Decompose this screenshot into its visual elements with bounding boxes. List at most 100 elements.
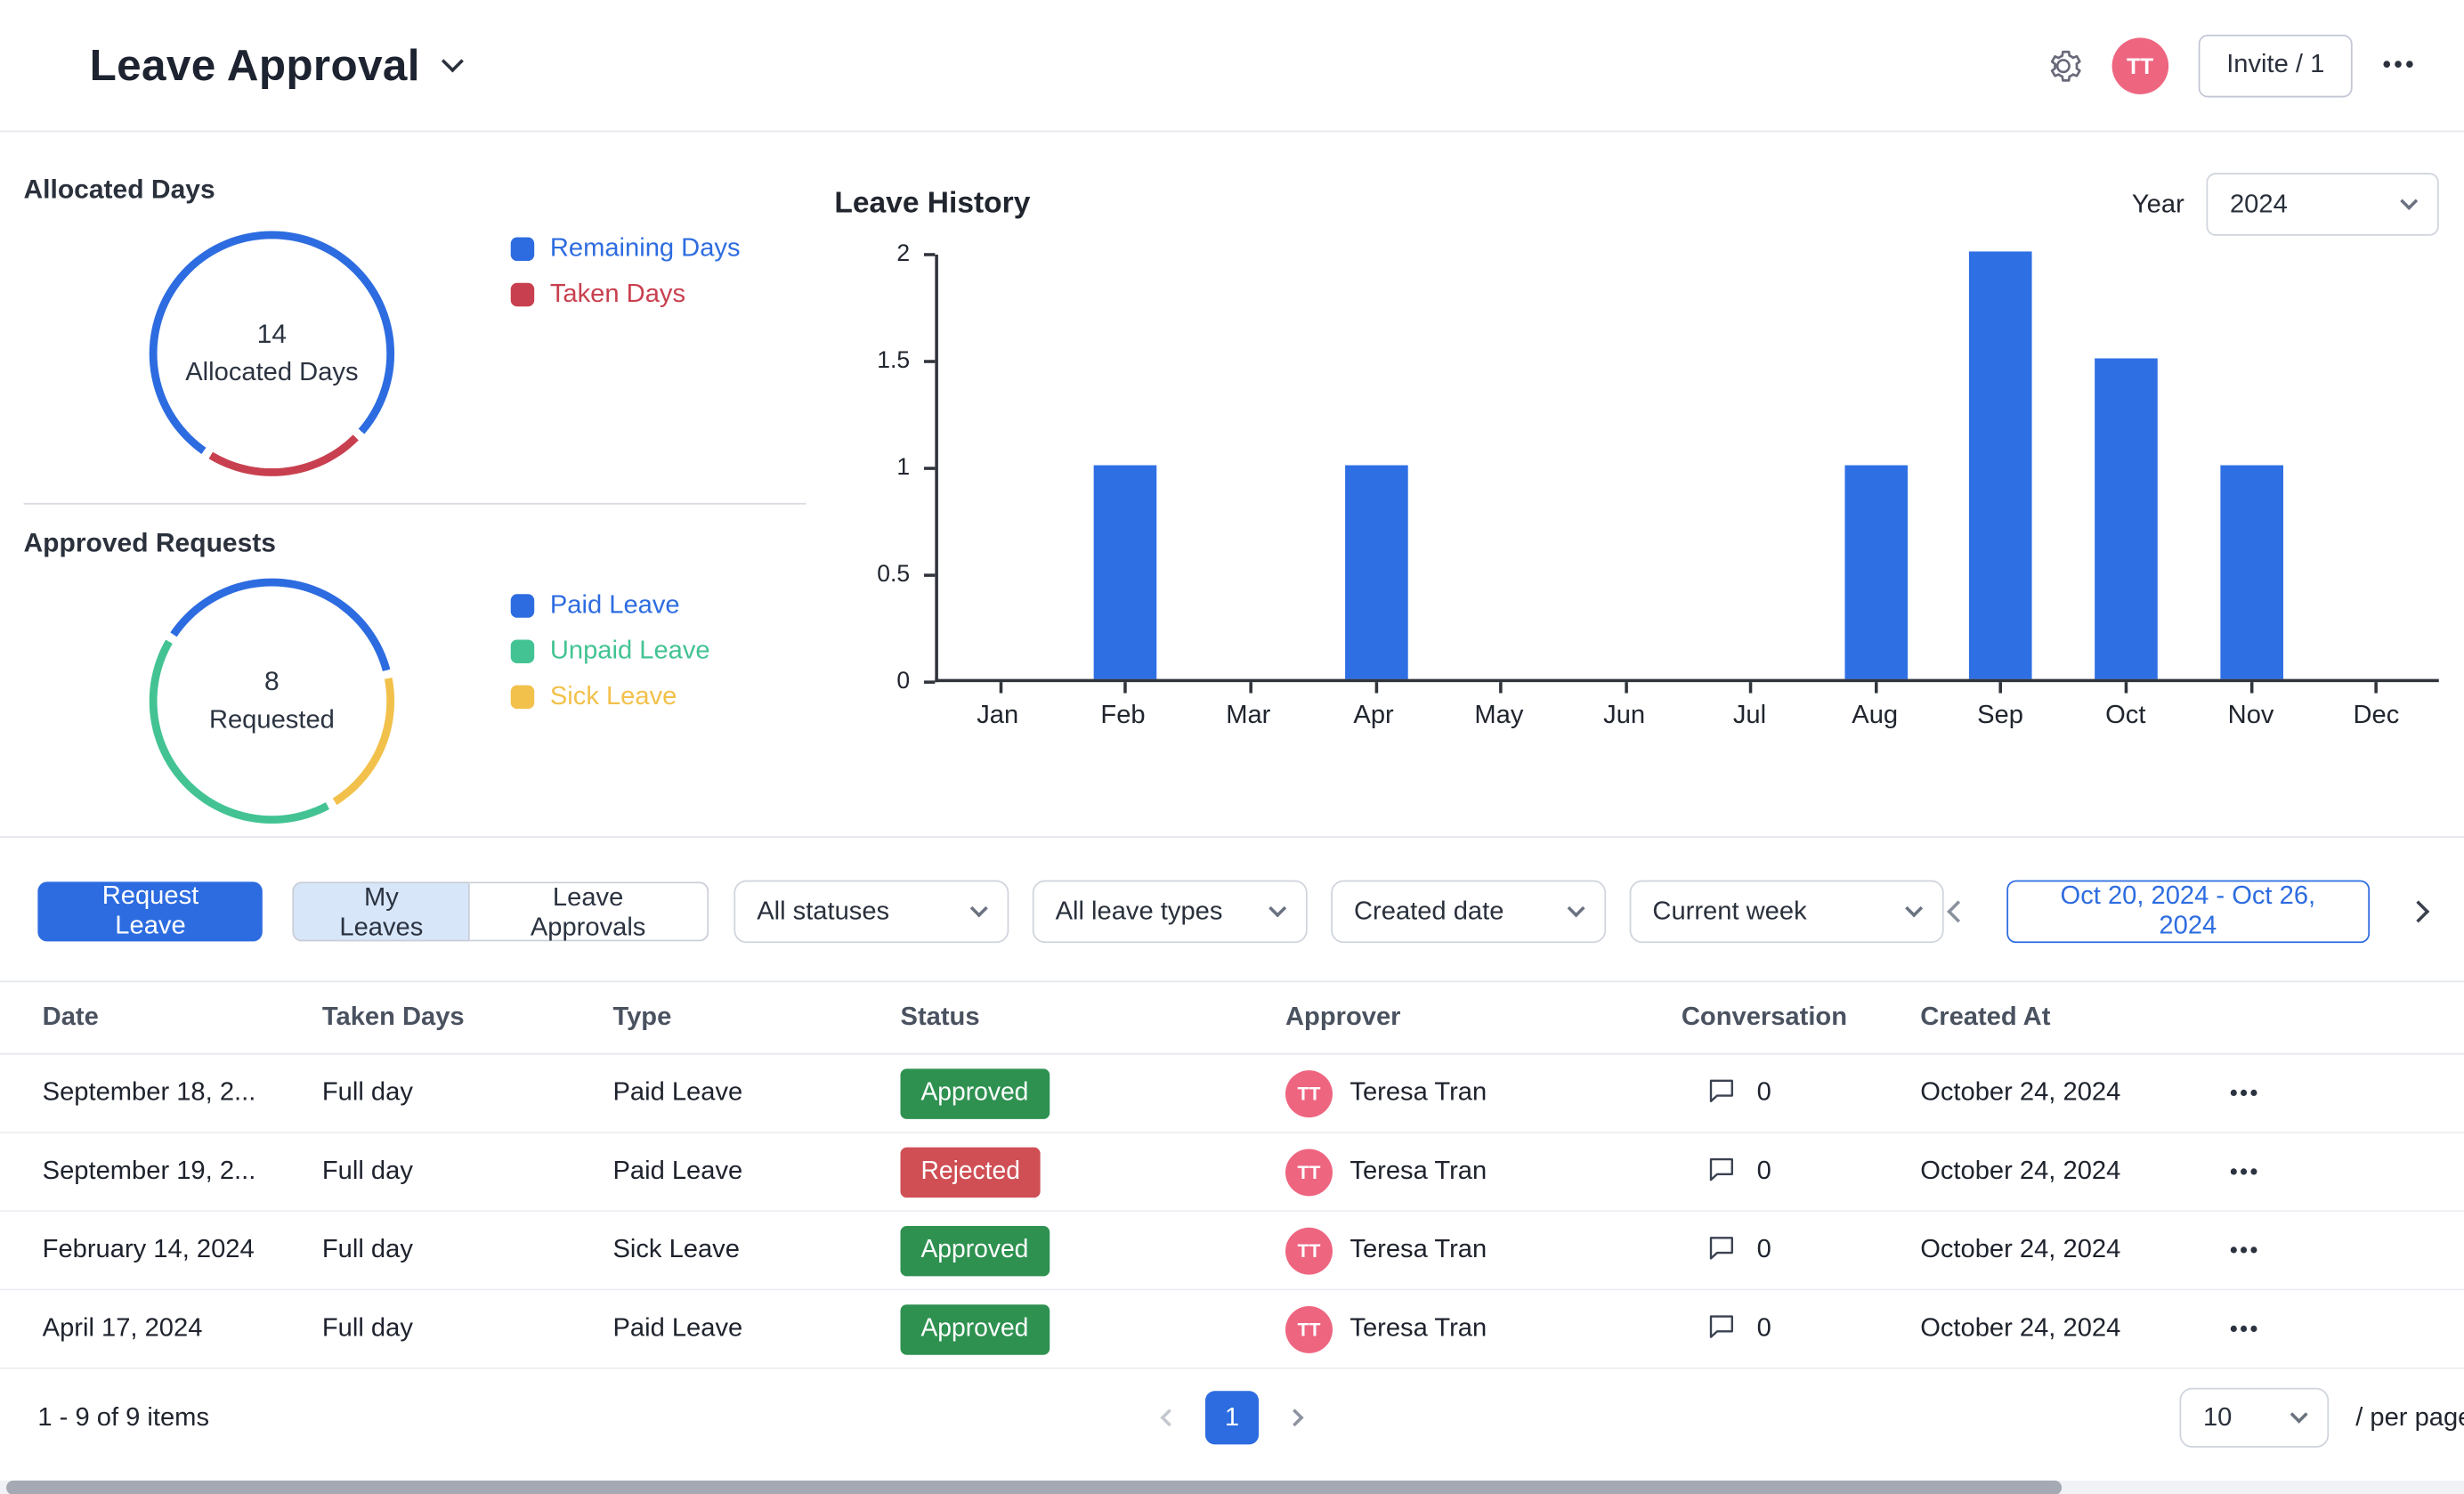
cell-date: April 17, 2024 bbox=[43, 1314, 322, 1344]
status-badge: Approved bbox=[901, 1225, 1050, 1275]
cell-conversation[interactable]: 0 bbox=[1682, 1153, 1920, 1190]
app-root: Leave Approval TT Invite / 1 ••• Allocat… bbox=[0, 0, 2464, 1494]
bar-nov bbox=[2220, 466, 2283, 679]
table-row: February 14, 2024Full daySick LeaveAppro… bbox=[0, 1212, 2464, 1290]
divider bbox=[23, 503, 806, 505]
next-week-button[interactable] bbox=[2404, 897, 2433, 926]
more-options-button[interactable]: ••• bbox=[2383, 52, 2417, 78]
user-avatar[interactable]: TT bbox=[2111, 37, 2168, 93]
leaves-table: DateTaken DaysTypeStatusApproverConversa… bbox=[0, 981, 2464, 1369]
chevron-down-icon bbox=[1268, 899, 1286, 917]
row-actions-button[interactable]: ••• bbox=[2224, 1316, 2260, 1341]
scrollbar-thumb[interactable] bbox=[6, 1481, 2062, 1494]
cell-date: September 19, 2... bbox=[43, 1157, 322, 1187]
column-header-date: Date bbox=[43, 1003, 322, 1033]
legend-item-paid-leave[interactable]: Paid Leave bbox=[511, 591, 710, 621]
bar-chart-plot bbox=[935, 255, 2438, 682]
invite-button[interactable]: Invite / 1 bbox=[2198, 34, 2353, 97]
column-header-taken-days: Taken Days bbox=[322, 1003, 613, 1033]
row-actions-button[interactable]: ••• bbox=[2224, 1237, 2260, 1262]
cell-approver: TTTeresa Tran bbox=[1285, 1069, 1682, 1116]
prev-week-button[interactable] bbox=[1943, 897, 1972, 926]
legend-item-sick-leave[interactable]: Sick Leave bbox=[511, 682, 710, 712]
leave-history-header: Leave History Year 2024 bbox=[834, 173, 2438, 236]
legend-label: Remaining Days bbox=[550, 234, 741, 264]
chevron-down-icon bbox=[2290, 1406, 2308, 1424]
tab-my-leaves[interactable]: My Leaves bbox=[293, 881, 469, 941]
settings-button[interactable] bbox=[2044, 46, 2081, 84]
legend-swatch bbox=[511, 238, 534, 261]
cell-conversation[interactable]: 0 bbox=[1682, 1075, 1920, 1112]
y-tick-label: 0.5 bbox=[840, 561, 910, 588]
view-tabs: My LeavesLeave Approvals bbox=[293, 881, 708, 941]
row-actions-button[interactable]: ••• bbox=[2224, 1158, 2260, 1183]
cell-leave-type: Paid Leave bbox=[612, 1078, 900, 1108]
allocated-days-title: Allocated Days bbox=[23, 175, 809, 206]
header-actions: TT Invite / 1 ••• bbox=[2044, 34, 2417, 97]
conversation-bubble-icon bbox=[1706, 1310, 1737, 1347]
next-page-button[interactable] bbox=[1282, 1405, 1307, 1430]
conversation-count: 0 bbox=[1757, 1314, 1771, 1344]
approver-avatar: TT bbox=[1285, 1305, 1333, 1352]
bar-column-may bbox=[1439, 255, 1563, 679]
tab-leave-approvals[interactable]: Leave Approvals bbox=[470, 881, 709, 941]
legend-item-unpaid-leave[interactable]: Unpaid Leave bbox=[511, 637, 710, 667]
page-size-control: 10 / per page bbox=[2179, 1388, 2464, 1448]
cell-approver: TT Teresa Tran bbox=[1285, 1305, 1682, 1352]
cell-created-at: October 24, 2024 bbox=[1920, 1157, 2224, 1187]
x-tick-mark bbox=[1124, 682, 1128, 693]
cell-actions: ••• bbox=[2224, 1314, 2464, 1344]
leave-history-panel: Leave History Year 2024 21.510.50 JanFeb… bbox=[809, 132, 2464, 836]
x-axis-label-jun: Jun bbox=[1561, 701, 1687, 731]
donut-center: 8 Requested bbox=[158, 586, 387, 816]
row-actions-button[interactable]: ••• bbox=[2224, 1080, 2260, 1105]
allocated-days-legend: Remaining Days Taken Days bbox=[511, 234, 741, 310]
status-filter[interactable]: All statuses bbox=[734, 881, 1009, 944]
prev-page-button[interactable] bbox=[1156, 1405, 1181, 1430]
x-tick-mark bbox=[2375, 682, 2379, 693]
cell-actions: ••• bbox=[2224, 1236, 2464, 1266]
legend-label: Paid Leave bbox=[550, 591, 680, 621]
filter-value: Created date bbox=[1354, 897, 1504, 927]
cell-conversation[interactable]: 0 bbox=[1682, 1310, 1920, 1347]
board-title-dropdown[interactable]: Leave Approval bbox=[90, 40, 461, 90]
leave-type-filter[interactable]: All leave types bbox=[1032, 881, 1307, 944]
cell-conversation[interactable]: 0 bbox=[1682, 1231, 1920, 1269]
cell-actions: ••• bbox=[2224, 1078, 2464, 1108]
x-axis-label-may: May bbox=[1436, 701, 1561, 731]
dashboard-section: Allocated Days 14 Allocated Days Remaini… bbox=[0, 132, 2464, 836]
y-tick-label: 1 bbox=[840, 454, 910, 481]
request-leave-button[interactable]: Request Leave bbox=[37, 881, 263, 941]
bar-column-oct bbox=[2063, 255, 2188, 679]
column-header-status: Status bbox=[901, 1003, 1285, 1033]
y-tick-mark bbox=[924, 573, 935, 577]
date-range-button[interactable]: Oct 20, 2024 - Oct 26, 2024 bbox=[2006, 881, 2370, 944]
y-tick-mark bbox=[924, 680, 935, 684]
table-body: September 18, 2...Full dayPaid LeaveAppr… bbox=[0, 1055, 2464, 1369]
y-tick-label: 2 bbox=[840, 240, 910, 267]
chevron-down-icon bbox=[969, 899, 987, 917]
approver-name: Teresa Tran bbox=[1350, 1314, 1487, 1344]
date-field-filter[interactable]: Created date bbox=[1331, 881, 1606, 944]
bar-aug bbox=[1844, 466, 1908, 679]
approved-requests-value: 8 bbox=[264, 666, 280, 697]
current-page-button[interactable]: 1 bbox=[1205, 1391, 1259, 1444]
y-tick-mark bbox=[924, 467, 935, 470]
legend-swatch bbox=[511, 639, 534, 662]
cell-taken-days: Full day bbox=[322, 1078, 613, 1108]
bar-apr bbox=[1344, 466, 1407, 679]
pagination: 1 bbox=[1156, 1391, 1307, 1444]
period-filter[interactable]: Current week bbox=[1629, 881, 1943, 944]
year-select[interactable]: 2024 bbox=[2206, 173, 2438, 236]
bar-column-sep bbox=[1939, 255, 2063, 679]
legend-item-taken-days[interactable]: Taken Days bbox=[511, 280, 741, 310]
conversation-count: 0 bbox=[1757, 1157, 1771, 1187]
cell-created-at: October 24, 2024 bbox=[1920, 1078, 2224, 1108]
legend-item-remaining-days[interactable]: Remaining Days bbox=[511, 234, 741, 264]
x-tick-mark bbox=[1249, 682, 1252, 693]
legend-label: Sick Leave bbox=[550, 682, 677, 712]
page-size-select[interactable]: 10 bbox=[2179, 1388, 2329, 1448]
table-header-row: DateTaken DaysTypeStatusApproverConversa… bbox=[0, 982, 2464, 1054]
filter-value: All statuses bbox=[757, 897, 889, 927]
bar-column-jul bbox=[1689, 255, 1813, 679]
